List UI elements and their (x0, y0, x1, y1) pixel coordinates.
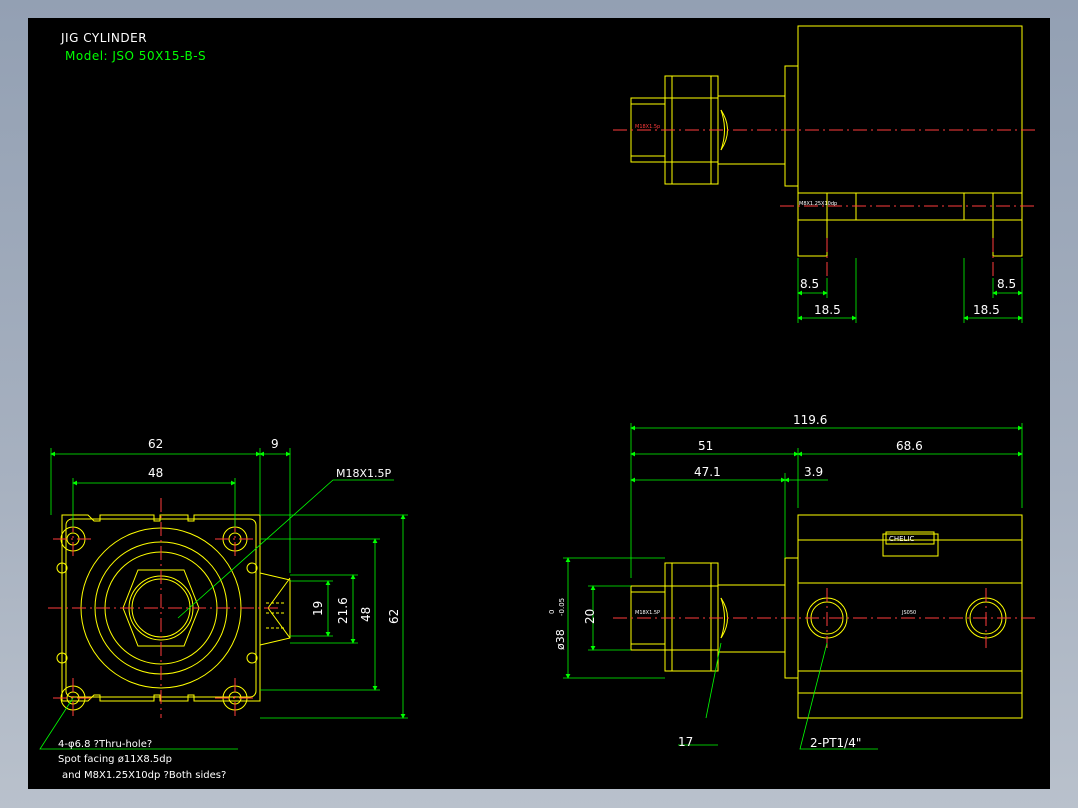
top-view (630, 25, 1023, 257)
side-dim-20: 20 (583, 609, 597, 624)
side-dim-68-6: 68.6 (896, 439, 923, 453)
front-dim-48: 48 (148, 466, 163, 480)
front-dim-19: 19 (311, 601, 325, 616)
side-dim-total: 119.6 (793, 413, 827, 427)
front-dim-9: 9 (271, 437, 279, 451)
top-dim-8-5-right: 8.5 (997, 277, 1016, 291)
front-note-line1: 4-φ6.8 ?Thru-hole? (58, 739, 152, 750)
top-boss-right (992, 192, 1023, 257)
side-dim-17: 17 (678, 735, 693, 749)
side-thread-label: M18X1.5P (635, 610, 660, 616)
front-view (56, 514, 291, 711)
front-dim-62-v: 62 (387, 609, 401, 624)
top-body-flange (784, 65, 799, 187)
cad-viewport[interactable]: JIG CYLINDER Model: JSO 50X15-B-S 8.5 18… (28, 18, 1050, 789)
side-body (797, 514, 1023, 719)
side-view-centerlines (613, 588, 1038, 648)
side-dim-51: 51 (698, 439, 713, 453)
front-note-line2: Spot facing ø11X8.5dp (58, 754, 172, 765)
top-body (797, 25, 1023, 194)
front-callout-thread: M18X1.5P (336, 467, 392, 480)
side-part-label: JS050 (901, 610, 916, 616)
side-dim-38-tol-upper: 0 (548, 610, 556, 614)
front-note-line3: and M8X1.25X10dp ?Both sides? (62, 770, 226, 781)
side-dim-47-1: 47.1 (694, 465, 721, 479)
top-dim-18-5-right: 18.5 (973, 303, 1000, 317)
side-dim-38: ø38 (554, 629, 567, 650)
side-dim-3-9: 3.9 (804, 465, 823, 479)
side-port-label: 2-PT1/4" (810, 736, 861, 750)
front-dim-62: 62 (148, 437, 163, 451)
top-dim-8-5-left: 8.5 (800, 277, 819, 291)
side-dim-38-tol-lower: -0.05 (558, 598, 566, 616)
cad-drawing: 8.5 18.5 18.5 8.5 M18X1.5p M8X1.25X10dp (39, 25, 1038, 781)
top-mount-thread-label: M8X1.25X10dp (799, 201, 837, 207)
side-hex-nut (664, 562, 719, 672)
front-dim-48-v: 48 (359, 607, 373, 622)
front-dim-21-6: 21.6 (336, 597, 350, 624)
top-dim-18-5-left: 18.5 (814, 303, 841, 317)
side-brand-label: CHELIC (889, 535, 915, 543)
top-thread-label: M18X1.5p (635, 124, 660, 130)
